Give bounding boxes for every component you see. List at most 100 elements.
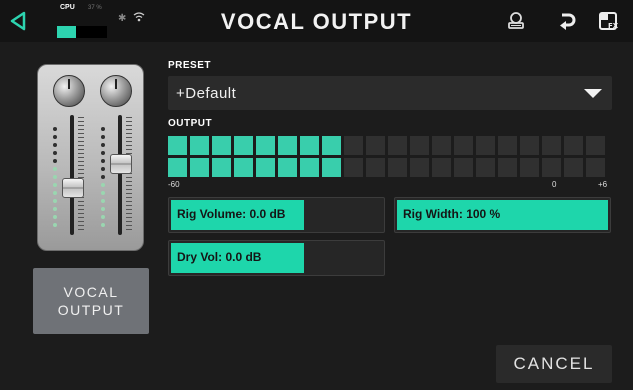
meter-segment (498, 158, 517, 177)
scale-tick (78, 161, 84, 162)
scale-tick (78, 129, 84, 130)
fader-right[interactable] (110, 154, 132, 174)
output-label: OUTPUT (168, 118, 213, 129)
meter-segment (234, 158, 253, 177)
scale-tick (126, 141, 132, 142)
meter-scale-max: +6 (598, 180, 608, 189)
scale-tick (126, 125, 132, 126)
vocal-output-module-button[interactable]: VOCAL OUTPUT (33, 268, 149, 334)
scale-tick (78, 153, 84, 154)
scale-tick (126, 149, 132, 150)
scale-tick (126, 129, 132, 130)
tuner-icon[interactable] (505, 10, 527, 32)
led-dot (53, 127, 57, 131)
scale-tick (78, 141, 84, 142)
fader-track-left (70, 115, 74, 235)
scale-tick (78, 225, 84, 226)
scale-tick (78, 173, 84, 174)
scale-tick (126, 197, 132, 198)
led-dot (53, 199, 57, 203)
meter-segment (278, 136, 297, 155)
scale-tick (126, 137, 132, 138)
meter-segment (212, 136, 231, 155)
fx-icon[interactable]: FX (598, 10, 620, 32)
meter-segment (432, 158, 451, 177)
scale-tick (78, 125, 84, 126)
scale-tick (78, 201, 84, 202)
led-dot (101, 183, 105, 187)
rig-volume-text: Rig Volume: 0.0 dB (177, 207, 286, 221)
led-dot (53, 191, 57, 195)
scale-tick (78, 229, 84, 230)
led-dot (53, 143, 57, 147)
fader-left[interactable] (62, 178, 84, 198)
preset-value: +Default (176, 85, 237, 102)
meter-segment (410, 136, 429, 155)
meter-segment (388, 136, 407, 155)
scale-tick (126, 117, 132, 118)
scale-tick (78, 133, 84, 134)
scale-tick (126, 145, 132, 146)
output-level-meter (168, 136, 612, 180)
led-dot (53, 175, 57, 179)
scale-tick (78, 217, 84, 218)
led-dot (53, 183, 57, 187)
meter-segment (520, 136, 539, 155)
meter-segment (476, 158, 495, 177)
led-column-right (101, 127, 107, 231)
scale-tick (78, 145, 84, 146)
preset-dropdown[interactable]: +Default (168, 76, 612, 110)
meter-segment (300, 158, 319, 177)
scale-tick (126, 229, 132, 230)
module-button-label-line2: OUTPUT (57, 302, 125, 318)
led-dot (101, 207, 105, 211)
knob-right (100, 75, 132, 107)
led-dot (101, 223, 105, 227)
meter-segment (344, 158, 363, 177)
meter-segment (454, 136, 473, 155)
dry-vol-slider[interactable]: Dry Vol: 0.0 dB (168, 240, 385, 276)
scale-tick (126, 225, 132, 226)
led-dot (53, 135, 57, 139)
scale-tick (78, 157, 84, 158)
undo-icon[interactable] (556, 10, 578, 32)
svg-text:FX: FX (608, 22, 619, 30)
led-dot (53, 215, 57, 219)
meter-segment (168, 158, 187, 177)
led-dot (101, 159, 105, 163)
scale-tick (126, 217, 132, 218)
meter-segment (542, 136, 561, 155)
led-dot (53, 151, 57, 155)
page-title: VOCAL OUTPUT (220, 9, 413, 34)
meter-segment (520, 158, 539, 177)
meter-scale-min: -60 (168, 180, 180, 189)
scale-tick (78, 221, 84, 222)
meter-segment (388, 158, 407, 177)
meter-segment (564, 136, 583, 155)
meter-segment (256, 158, 275, 177)
led-dot (101, 199, 105, 203)
fader-track-right (118, 115, 122, 235)
led-dot (101, 135, 105, 139)
rig-width-slider[interactable]: Rig Width: 100 % (394, 197, 611, 233)
meter-segment (256, 136, 275, 155)
scale-tick (126, 133, 132, 134)
meter-segment (190, 136, 209, 155)
led-dot (101, 127, 105, 131)
meter-segment (278, 158, 297, 177)
meter-segment (454, 158, 473, 177)
tick-column-right (126, 117, 132, 233)
scale-tick (78, 213, 84, 214)
meter-row-left (168, 136, 612, 155)
scale-tick (126, 201, 132, 202)
meter-segment (322, 136, 341, 155)
scale-tick (126, 181, 132, 182)
scale-tick (78, 165, 84, 166)
cancel-button[interactable]: CANCEL (496, 345, 612, 383)
scale-tick (78, 169, 84, 170)
led-dot (101, 167, 105, 171)
scale-tick (126, 221, 132, 222)
rig-volume-slider[interactable]: Rig Volume: 0.0 dB (168, 197, 385, 233)
scale-tick (78, 205, 84, 206)
meter-segment (234, 136, 253, 155)
